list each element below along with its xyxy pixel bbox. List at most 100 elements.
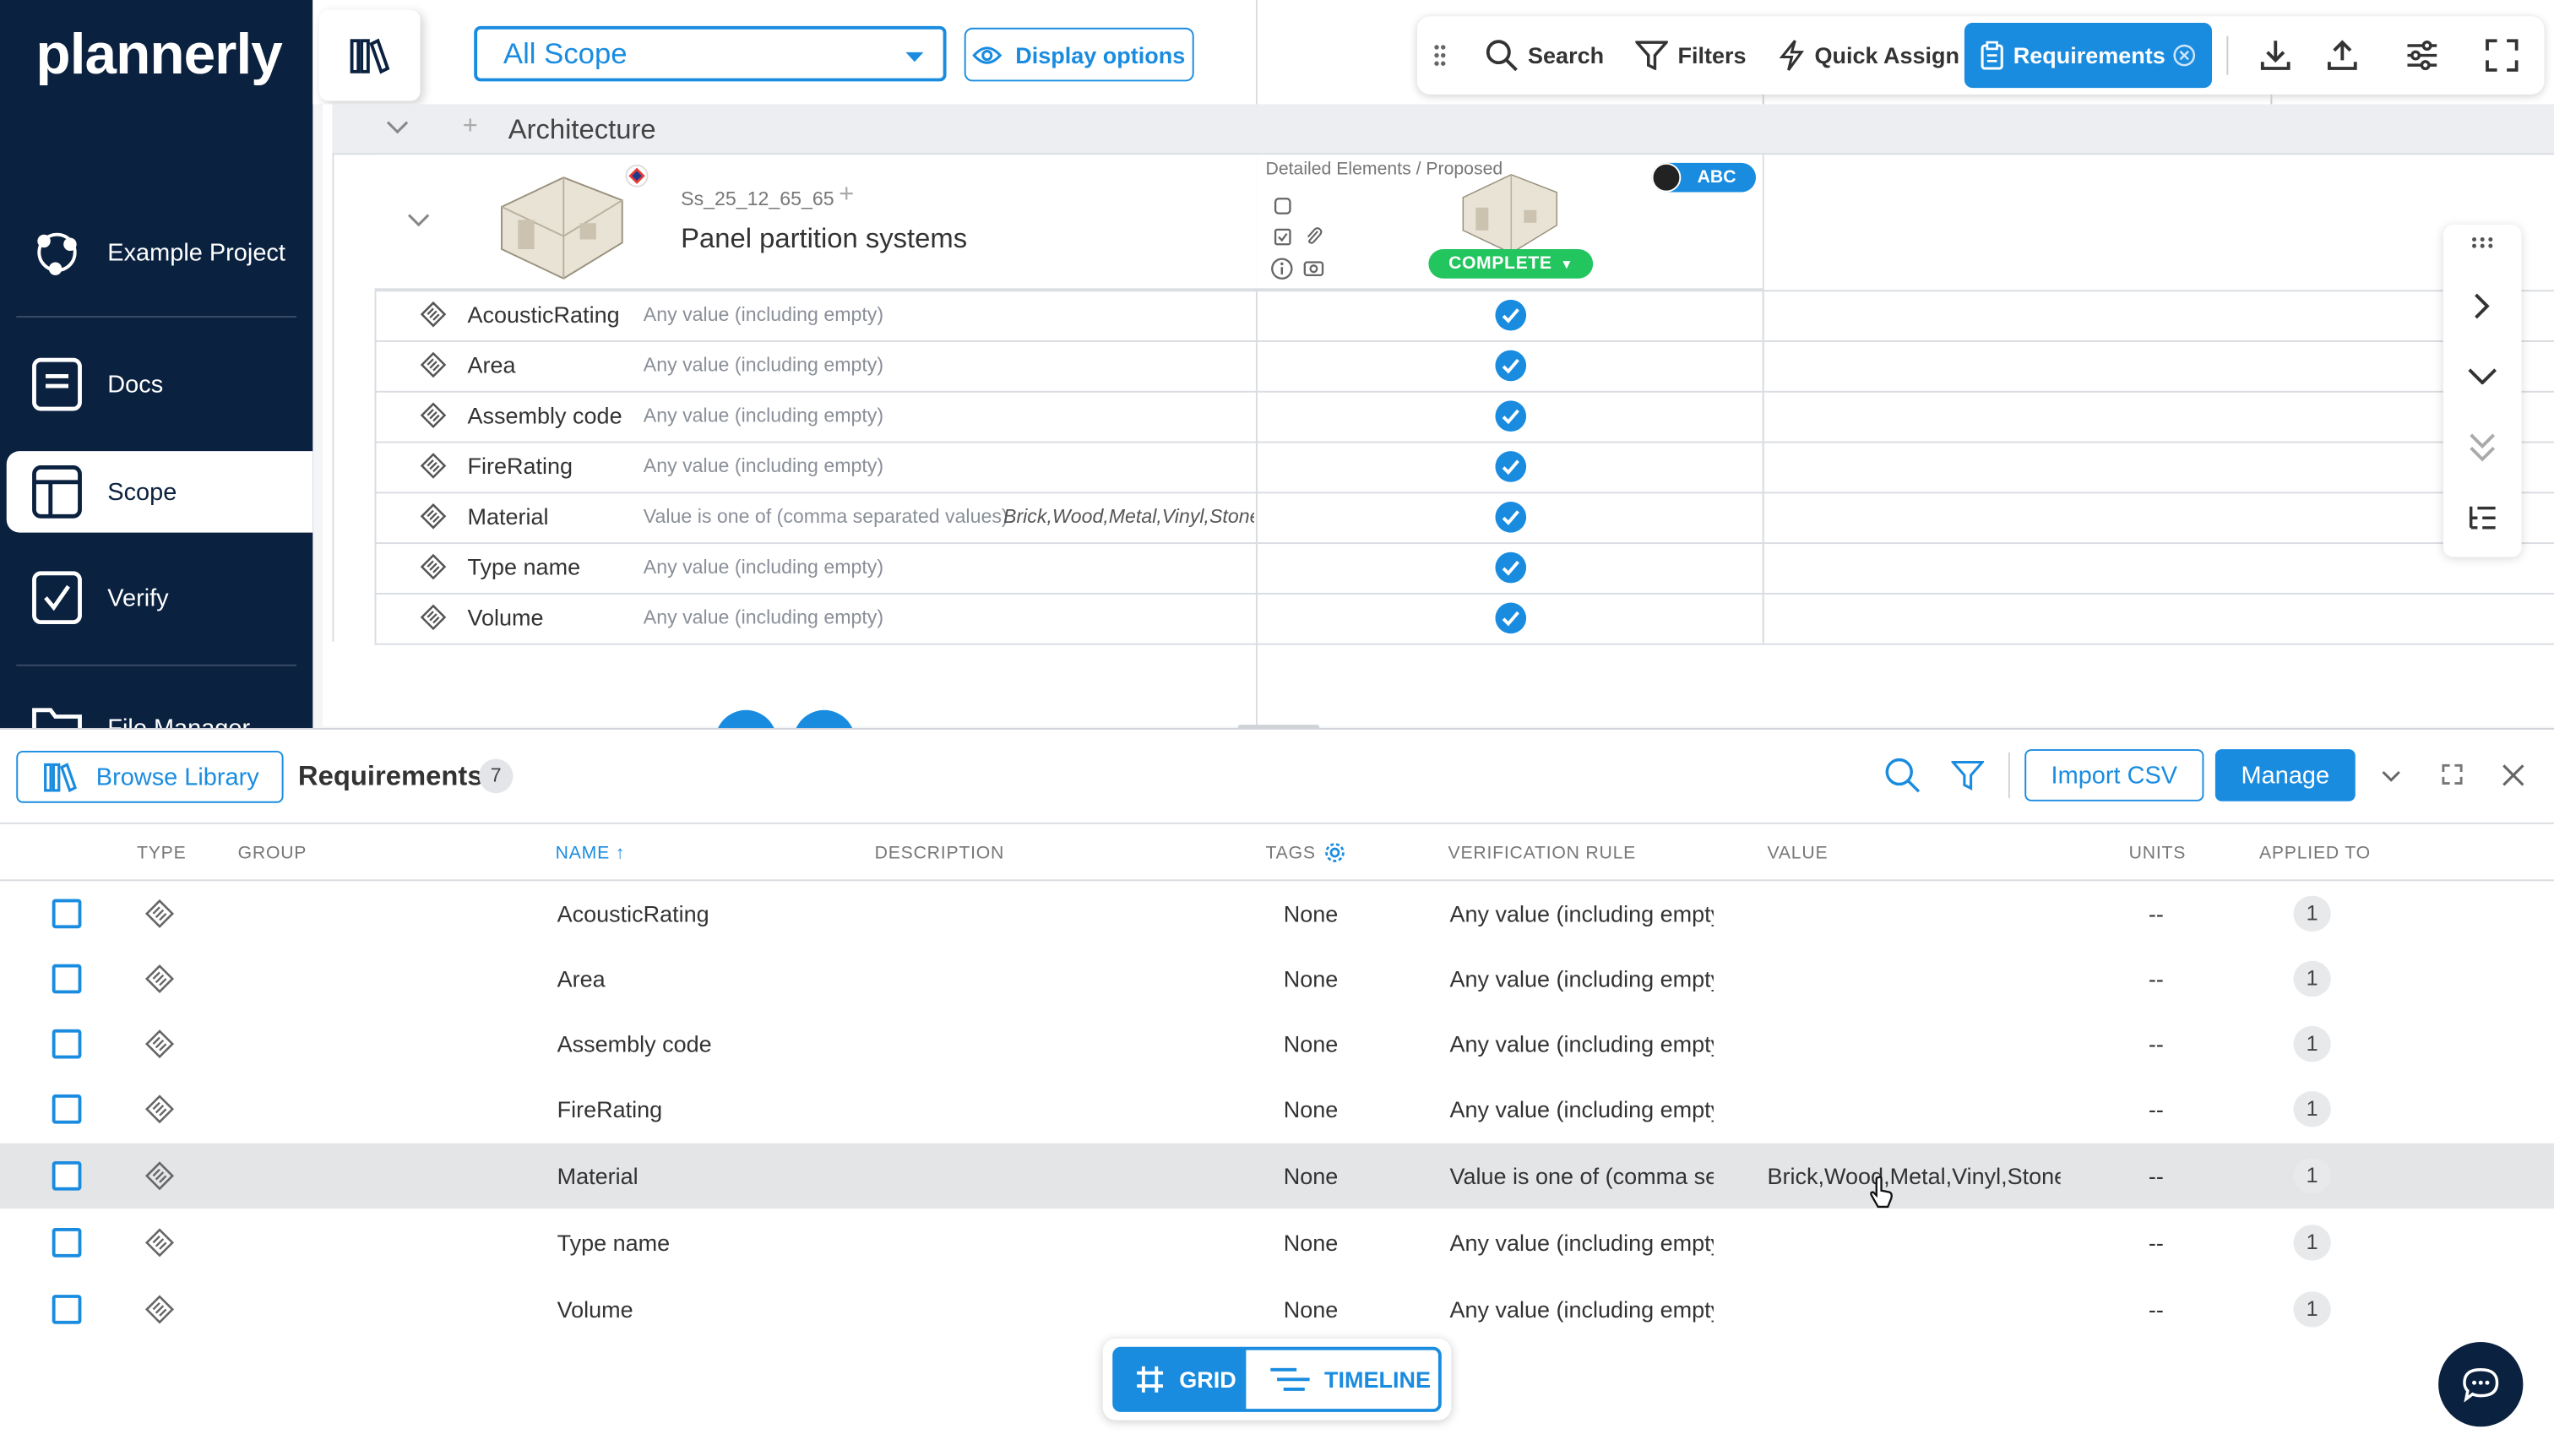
filters-button[interactable]: Filters: [1635, 16, 1746, 95]
sidebar-item-file-manager[interactable]: File Manager: [7, 697, 313, 728]
row-checkbox[interactable]: [52, 1295, 82, 1324]
info-icon[interactable]: [1270, 258, 1293, 280]
sidebar-item-example-project[interactable]: Example Project: [7, 212, 313, 293]
row-checkbox[interactable]: [52, 1228, 82, 1258]
row-rule: Any value (including empty): [1449, 1095, 1714, 1122]
row-checkbox[interactable]: [52, 1094, 82, 1124]
sidebar-item-verify[interactable]: Verify: [7, 557, 313, 638]
scope-select[interactable]: All Scope: [474, 25, 947, 82]
import-csv-button[interactable]: Import CSV: [2024, 749, 2204, 801]
note-icon[interactable]: [1274, 197, 1291, 215]
add-icon[interactable]: +: [839, 181, 854, 210]
upload-icon[interactable]: [2324, 37, 2360, 73]
search-button[interactable]: Search: [1486, 16, 1604, 95]
table-row[interactable]: Type name None Any value (including empt…: [0, 1210, 2554, 1275]
applied-count-badge[interactable]: 1: [2293, 1158, 2331, 1194]
settings-sliders-icon[interactable]: [2405, 37, 2440, 73]
check-circle-icon[interactable]: [1495, 451, 1527, 482]
row-checkbox[interactable]: [52, 964, 82, 994]
check-circle-icon[interactable]: [1495, 400, 1527, 432]
column-header-applied-to[interactable]: APPLIED TO: [2259, 844, 2371, 863]
scope-icon: [30, 465, 85, 520]
grid-dots-icon[interactable]: [2471, 236, 2494, 249]
element-row[interactable]: Ss_25_12_65_65 + Panel partition systems: [374, 155, 1258, 291]
assignee-chip[interactable]: ABC: [1651, 162, 1757, 193]
applied-count-badge[interactable]: 1: [2293, 895, 2331, 932]
timeline-view-button[interactable]: TIMELINE: [1242, 1346, 1442, 1412]
detailed-elements-cell[interactable]: Detailed Elements / Proposed ABC COMPLET…: [1257, 155, 1763, 291]
chevron-down-icon[interactable]: [386, 121, 409, 134]
sidebar-item-docs[interactable]: Docs: [7, 344, 313, 425]
library-toggle-button[interactable]: [319, 9, 421, 101]
row-checkbox[interactable]: [52, 899, 82, 929]
expand-icon[interactable]: [2442, 763, 2463, 785]
property-name: Material: [467, 503, 549, 530]
element-name[interactable]: Panel partition systems: [681, 223, 967, 256]
property-row[interactable]: Assembly code Any value (including empty…: [374, 391, 2554, 443]
applied-count-badge[interactable]: 1: [2293, 960, 2331, 997]
property-row[interactable]: Area Any value (including empty): [374, 340, 2554, 393]
column-header-units[interactable]: UNITS: [2129, 844, 2187, 863]
app-logo[interactable]: plannerly: [35, 23, 282, 88]
column-header-verification-rule[interactable]: VERIFICATION RULE: [1448, 844, 1637, 863]
display-options-button[interactable]: Display options: [964, 27, 1194, 82]
check-circle-icon[interactable]: [1495, 602, 1527, 634]
check-circle-icon[interactable]: [1495, 501, 1527, 533]
close-icon[interactable]: [2502, 763, 2524, 786]
property-row[interactable]: AcousticRating Any value (including empt…: [374, 290, 2554, 342]
attachment-icon[interactable]: [1305, 226, 1323, 246]
table-row[interactable]: Area None Any value (including empty) --…: [0, 946, 2554, 1011]
search-icon[interactable]: [1884, 758, 1921, 793]
sidebar-item-scope[interactable]: Scope: [6, 451, 313, 533]
manage-button[interactable]: Manage: [2214, 749, 2356, 801]
chevron-down-icon[interactable]: [2468, 368, 2497, 385]
applied-count-badge[interactable]: 1: [2293, 1291, 2331, 1328]
status-badge[interactable]: COMPLETE ▼: [1428, 249, 1594, 279]
section-row-architecture[interactable]: + Architecture: [332, 104, 1258, 155]
table-row[interactable]: Material None Value is one of (comma sep…: [0, 1143, 2554, 1209]
property-row[interactable]: Material Value is one of (comma separate…: [374, 492, 2554, 545]
applied-count-badge[interactable]: 1: [2293, 1225, 2331, 1261]
gear-icon[interactable]: [1323, 840, 1347, 865]
table-row[interactable]: FireRating None Any value (including emp…: [0, 1077, 2554, 1142]
download-icon[interactable]: [2258, 37, 2293, 73]
column-header-value[interactable]: VALUE: [1768, 844, 1829, 863]
row-units: --: [2148, 1095, 2164, 1122]
column-header-type[interactable]: TYPE: [137, 844, 187, 863]
checklist-icon[interactable]: [1274, 228, 1291, 246]
property-row[interactable]: Type name Any value (including empty): [374, 542, 2554, 595]
filter-icon[interactable]: [1951, 759, 1985, 792]
camera-icon[interactable]: [1303, 259, 1324, 277]
close-circle-icon[interactable]: [2173, 44, 2196, 67]
double-chevron-down-icon[interactable]: [2470, 433, 2496, 463]
chevron-right-icon[interactable]: [2475, 293, 2491, 319]
tree-list-icon[interactable]: [2468, 505, 2497, 531]
row-checkbox[interactable]: [52, 1029, 82, 1059]
property-row[interactable]: Volume Any value (including empty): [374, 593, 2554, 645]
requirements-toggle-button[interactable]: Requirements: [1964, 22, 2213, 89]
column-header-group[interactable]: GROUP: [238, 844, 307, 863]
chat-support-button[interactable]: [2438, 1342, 2524, 1427]
table-row[interactable]: Assembly code None Any value (including …: [0, 1012, 2554, 1077]
quick-assign-button[interactable]: Quick Assign: [1779, 16, 1959, 95]
library-books-icon: [349, 35, 391, 74]
chevron-down-icon[interactable]: [407, 214, 430, 227]
property-row[interactable]: FireRating Any value (including empty): [374, 442, 2554, 494]
check-circle-icon[interactable]: [1495, 299, 1527, 331]
column-header-name[interactable]: NAME ↑: [556, 844, 625, 863]
fullscreen-icon[interactable]: [2486, 39, 2519, 72]
table-row[interactable]: Volume None Any value (including empty) …: [0, 1277, 2554, 1342]
column-header-description[interactable]: DESCRIPTION: [875, 844, 1004, 863]
chevron-down-icon[interactable]: [2382, 770, 2401, 782]
check-circle-icon[interactable]: [1495, 350, 1527, 382]
applied-count-badge[interactable]: 1: [2293, 1025, 2331, 1062]
drag-handle-icon[interactable]: [1433, 44, 1446, 67]
row-checkbox[interactable]: [52, 1160, 82, 1191]
browse-library-button[interactable]: Browse Library: [16, 750, 284, 803]
grid-view-button[interactable]: GRID: [1112, 1346, 1243, 1412]
applied-count-badge[interactable]: 1: [2293, 1091, 2331, 1127]
check-circle-icon[interactable]: [1495, 551, 1527, 584]
column-header-tags[interactable]: TAGS: [1266, 844, 1316, 863]
add-icon[interactable]: +: [463, 112, 478, 142]
table-row[interactable]: AcousticRating None Any value (including…: [0, 881, 2554, 946]
